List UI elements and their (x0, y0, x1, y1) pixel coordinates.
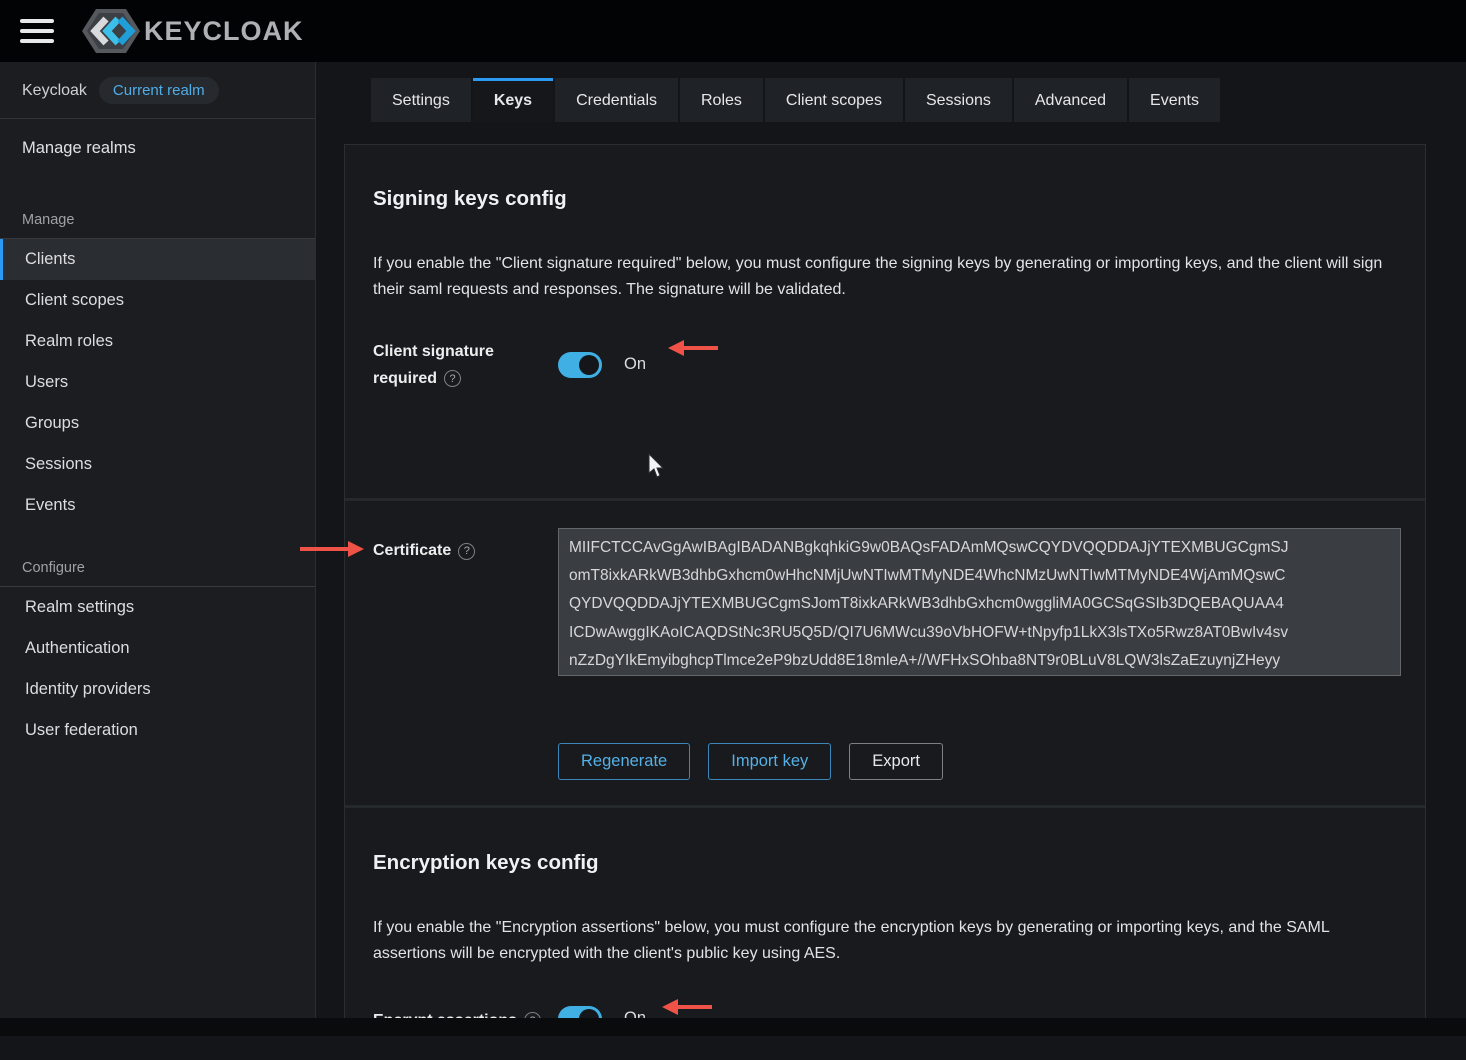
client-signature-required-label: Client signature required (373, 343, 494, 387)
current-realm-badge[interactable]: Current realm (99, 77, 219, 104)
nav-list-configure: Realm settings Authentication Identity p… (0, 586, 315, 751)
keycloak-hexagon-icon (80, 6, 142, 56)
help-icon[interactable]: ? (458, 543, 475, 560)
keys-config-card: Signing keys config If you enable the "C… (344, 144, 1426, 1018)
client-signature-toggle[interactable] (558, 352, 602, 378)
export-button[interactable]: Export (849, 743, 943, 780)
encryption-keys-title: Encryption keys config (373, 851, 1397, 875)
sidebar-item-clients[interactable]: Clients (0, 239, 315, 280)
nav-list-manage: Clients Client scopes Realm roles Users … (0, 238, 315, 526)
sidebar-item-users[interactable]: Users (0, 362, 315, 403)
signing-keys-description: If you enable the "Client signature requ… (373, 251, 1383, 304)
sidebar-item-identity-providers[interactable]: Identity providers (0, 669, 315, 710)
nav-group-title-configure: Configure (0, 526, 315, 586)
signing-keys-section: Signing keys config If you enable the "C… (345, 145, 1425, 497)
nav-group-title-manage: Manage (0, 178, 315, 238)
mouse-cursor (647, 453, 667, 479)
annotation-arrow-left-signature-toggle (668, 340, 720, 356)
certificate-label: Certificate (373, 542, 451, 559)
realm-selector[interactable]: Keycloak Current realm (0, 62, 315, 118)
client-signature-required-row: Client signature required? On (373, 338, 1397, 392)
client-signature-required-label-col: Client signature required? (373, 338, 558, 392)
tab-events[interactable]: Events (1129, 78, 1220, 122)
annotation-arrow-left-encrypt-toggle (662, 999, 714, 1015)
encryption-keys-description: If you enable the "Encryption assertions… (373, 915, 1383, 968)
keycloak-logo: KEYCLOAK (80, 6, 304, 56)
sidebar-item-sessions[interactable]: Sessions (0, 444, 315, 485)
realm-name: Keycloak (22, 82, 87, 100)
certificate-section: Certificate? Regenerate Import key Expor… (345, 502, 1425, 804)
tab-sessions[interactable]: Sessions (905, 78, 1012, 122)
certificate-textarea[interactable] (558, 528, 1401, 676)
brand-text: KEYCLOAK (144, 16, 304, 47)
tab-roles[interactable]: Roles (680, 78, 763, 122)
tab-advanced[interactable]: Advanced (1014, 78, 1127, 122)
import-key-button[interactable]: Import key (708, 743, 831, 780)
sidebar-item-authentication[interactable]: Authentication (0, 628, 315, 669)
regenerate-button[interactable]: Regenerate (558, 743, 690, 780)
sidebar-item-manage-realms[interactable]: Manage realms (0, 119, 315, 178)
sidebar-item-realm-roles[interactable]: Realm roles (0, 321, 315, 362)
tab-credentials[interactable]: Credentials (555, 78, 678, 122)
sidebar-item-user-federation[interactable]: User federation (0, 710, 315, 751)
client-signature-toggle-state: On (624, 355, 646, 374)
sidebar-item-realm-settings[interactable]: Realm settings (0, 587, 315, 628)
certificate-field-col: Regenerate Import key Export (558, 528, 1401, 778)
help-icon[interactable]: ? (444, 370, 461, 387)
hamburger-menu-icon[interactable] (20, 19, 54, 43)
signing-keys-title: Signing keys config (373, 187, 1397, 211)
sidebar-item-client-scopes[interactable]: Client scopes (0, 280, 315, 321)
toggle-knob (579, 355, 599, 375)
annotation-arrow-right-certificate (298, 541, 364, 557)
tab-keys[interactable]: Keys (473, 78, 553, 122)
bottom-strip (0, 1018, 1466, 1036)
client-tabs: Settings Keys Credentials Roles Client s… (371, 78, 1466, 122)
certificate-buttons-row: Regenerate Import key Export (558, 743, 1401, 780)
sidebar: Keycloak Current realm Manage realms Man… (0, 62, 316, 1018)
app-header: KEYCLOAK (0, 0, 1466, 62)
client-signature-toggle-wrap: On (558, 338, 646, 392)
sidebar-item-events[interactable]: Events (0, 485, 315, 526)
sidebar-item-groups[interactable]: Groups (0, 403, 315, 444)
tab-client-scopes[interactable]: Client scopes (765, 78, 903, 122)
tab-settings[interactable]: Settings (371, 78, 471, 122)
main-content: Settings Keys Credentials Roles Client s… (317, 62, 1466, 1018)
certificate-label-col: Certificate? (373, 528, 558, 778)
